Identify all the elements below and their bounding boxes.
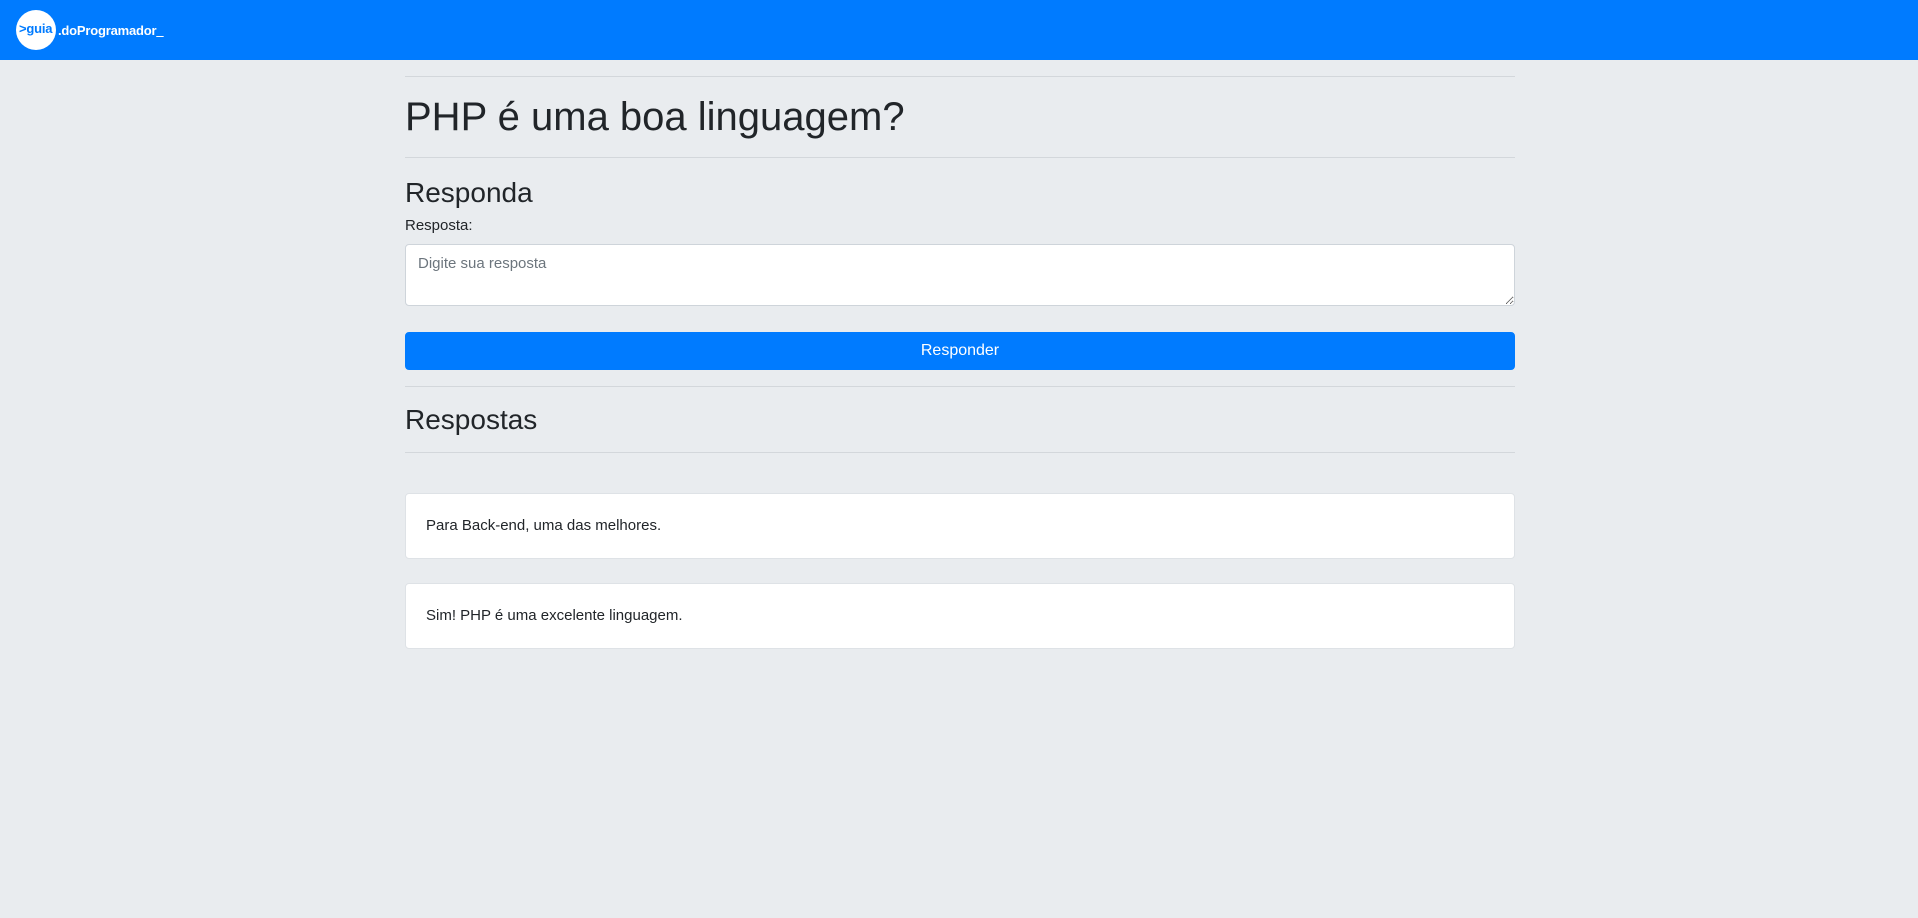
- answers-heading: Respostas: [405, 404, 538, 435]
- answer-card: Sim! PHP é uma excelente linguagem.: [405, 583, 1515, 649]
- brand-logo-prefix: >guia: [19, 21, 53, 36]
- answer-field-label: Resposta:: [405, 217, 473, 234]
- divider-before-answers: [405, 386, 1515, 387]
- answer-card: Para Back-end, uma das melhores.: [405, 493, 1515, 559]
- navbar: >guia .doProgramador _: [0, 0, 1918, 60]
- answer-text: Para Back-end, uma das melhores.: [426, 517, 662, 534]
- divider-after-title: [405, 157, 1515, 158]
- brand-logo-cursor: _: [156, 22, 164, 38]
- answer-textarea[interactable]: [405, 244, 1515, 306]
- responder-button[interactable]: Responder: [405, 332, 1515, 370]
- brand-logo-icon: >guia: [16, 10, 56, 50]
- main-content: PHP é uma boa linguagem? Responda Respos…: [405, 76, 1515, 649]
- answer-form: Responda Resposta: Responder: [405, 176, 1515, 370]
- divider-after-answers-heading: [405, 452, 1515, 453]
- question-title: PHP é uma boa linguagem?: [405, 95, 905, 139]
- answers-list: Para Back-end, uma das melhores. Sim! PH…: [405, 493, 1515, 649]
- brand-logo-name: .doProgramador: [58, 22, 157, 38]
- brand-logo-link[interactable]: >guia .doProgramador _: [16, 10, 164, 50]
- answer-form-heading: Responda: [405, 177, 533, 208]
- answer-text: Sim! PHP é uma excelente linguagem.: [426, 607, 683, 624]
